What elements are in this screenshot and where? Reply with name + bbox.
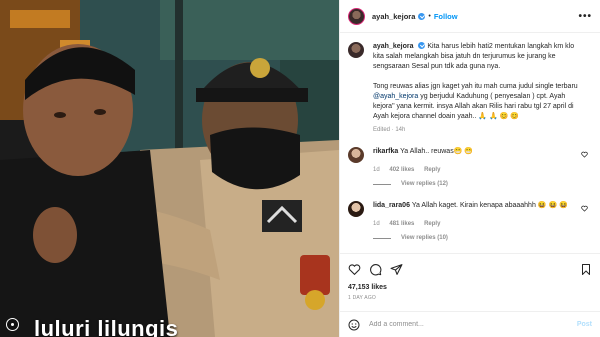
view-replies-label: View replies (12) xyxy=(401,181,448,187)
comment-meta: 1d 402 likes Reply xyxy=(373,167,592,173)
comment-icon[interactable] xyxy=(369,263,382,276)
like-comment-icon[interactable] xyxy=(581,151,588,158)
commenter-username[interactable]: rikarfka xyxy=(373,148,398,155)
separator-dot: • xyxy=(428,12,431,20)
like-comment-icon[interactable] xyxy=(581,205,588,212)
likes-count[interactable]: 47,153 likes xyxy=(348,284,592,291)
media-overlay-text: luluri lilungis xyxy=(34,316,179,337)
view-replies-button[interactable]: View replies (12) xyxy=(373,181,592,187)
post-photo xyxy=(0,0,339,337)
view-replies-button[interactable]: View replies (10) xyxy=(373,235,592,241)
comment-text: Ya Allah.. reuwas😁 😁 xyxy=(400,148,474,155)
action-icons xyxy=(348,260,592,278)
reply-button[interactable]: Reply xyxy=(424,167,440,173)
bookmark-icon[interactable] xyxy=(580,263,592,276)
comment-likes[interactable]: 402 likes xyxy=(389,167,414,173)
tag-people-icon[interactable] xyxy=(6,318,19,331)
emoji-icon[interactable] xyxy=(348,319,360,331)
verified-icon xyxy=(418,42,426,49)
comment-text: Ya Allah kaget. Kirain kenapa abaaahhh 😆… xyxy=(411,202,568,209)
comment-meta: 1d 481 likes Reply xyxy=(373,221,592,227)
comment-composer: Post xyxy=(340,311,600,337)
add-comment-input[interactable] xyxy=(369,321,559,328)
comment-item: lida_rara06 Ya Allah kaget. Kirain kenap… xyxy=(348,201,592,241)
caption-text: ayah_kejora Kita harus lebih hati2 mentu… xyxy=(373,42,583,122)
post-actions: 47,153 likes 1 DAY AGO xyxy=(340,253,600,308)
comment-time: 1d xyxy=(373,167,380,173)
follow-button[interactable]: Follow xyxy=(434,12,458,21)
post-header: ayah_kejora • Follow ••• xyxy=(340,0,600,33)
comment-time: 1d xyxy=(373,221,380,227)
commenter-username[interactable]: lida_rara06 xyxy=(373,202,410,209)
replies-divider xyxy=(373,183,391,185)
view-replies-label: View replies (10) xyxy=(401,235,448,241)
share-icon[interactable] xyxy=(390,263,403,276)
reply-button[interactable]: Reply xyxy=(424,221,440,227)
post-panel: ayah_kejora • Follow ••• ayah_kejora Kit… xyxy=(339,0,600,337)
more-icon[interactable]: ••• xyxy=(578,11,592,22)
heart-icon[interactable] xyxy=(348,263,361,276)
comments-list[interactable]: ayah_kejora Kita harus lebih hati2 mentu… xyxy=(340,34,600,253)
post-comment-button[interactable]: Post xyxy=(577,321,592,328)
verified-icon xyxy=(418,12,426,20)
replies-divider xyxy=(373,237,391,239)
caption-username[interactable]: ayah_kejora xyxy=(373,43,413,50)
comment-likes[interactable]: 481 likes xyxy=(389,221,414,227)
author-username[interactable]: ayah_kejora xyxy=(372,12,415,21)
edited-timestamp: Edited · 14h xyxy=(373,127,406,133)
post-time: 1 DAY AGO xyxy=(348,295,377,301)
author-avatar[interactable] xyxy=(348,7,365,25)
caption-mention-link[interactable]: @ayah_kejora xyxy=(373,93,418,100)
caption: ayah_kejora Kita harus lebih hati2 mentu… xyxy=(348,42,592,122)
commenter-avatar[interactable] xyxy=(348,147,364,163)
caption-line-2-start: Tong reuwas alias jgn kaget yah itu mah … xyxy=(373,83,578,90)
post-media[interactable]: luluri lilungis xyxy=(0,0,339,337)
commenter-avatar[interactable] xyxy=(348,201,364,217)
author-avatar-small[interactable] xyxy=(348,42,364,58)
comment-item: rikarfka Ya Allah.. reuwas😁 😁 1d 402 lik… xyxy=(348,147,592,187)
